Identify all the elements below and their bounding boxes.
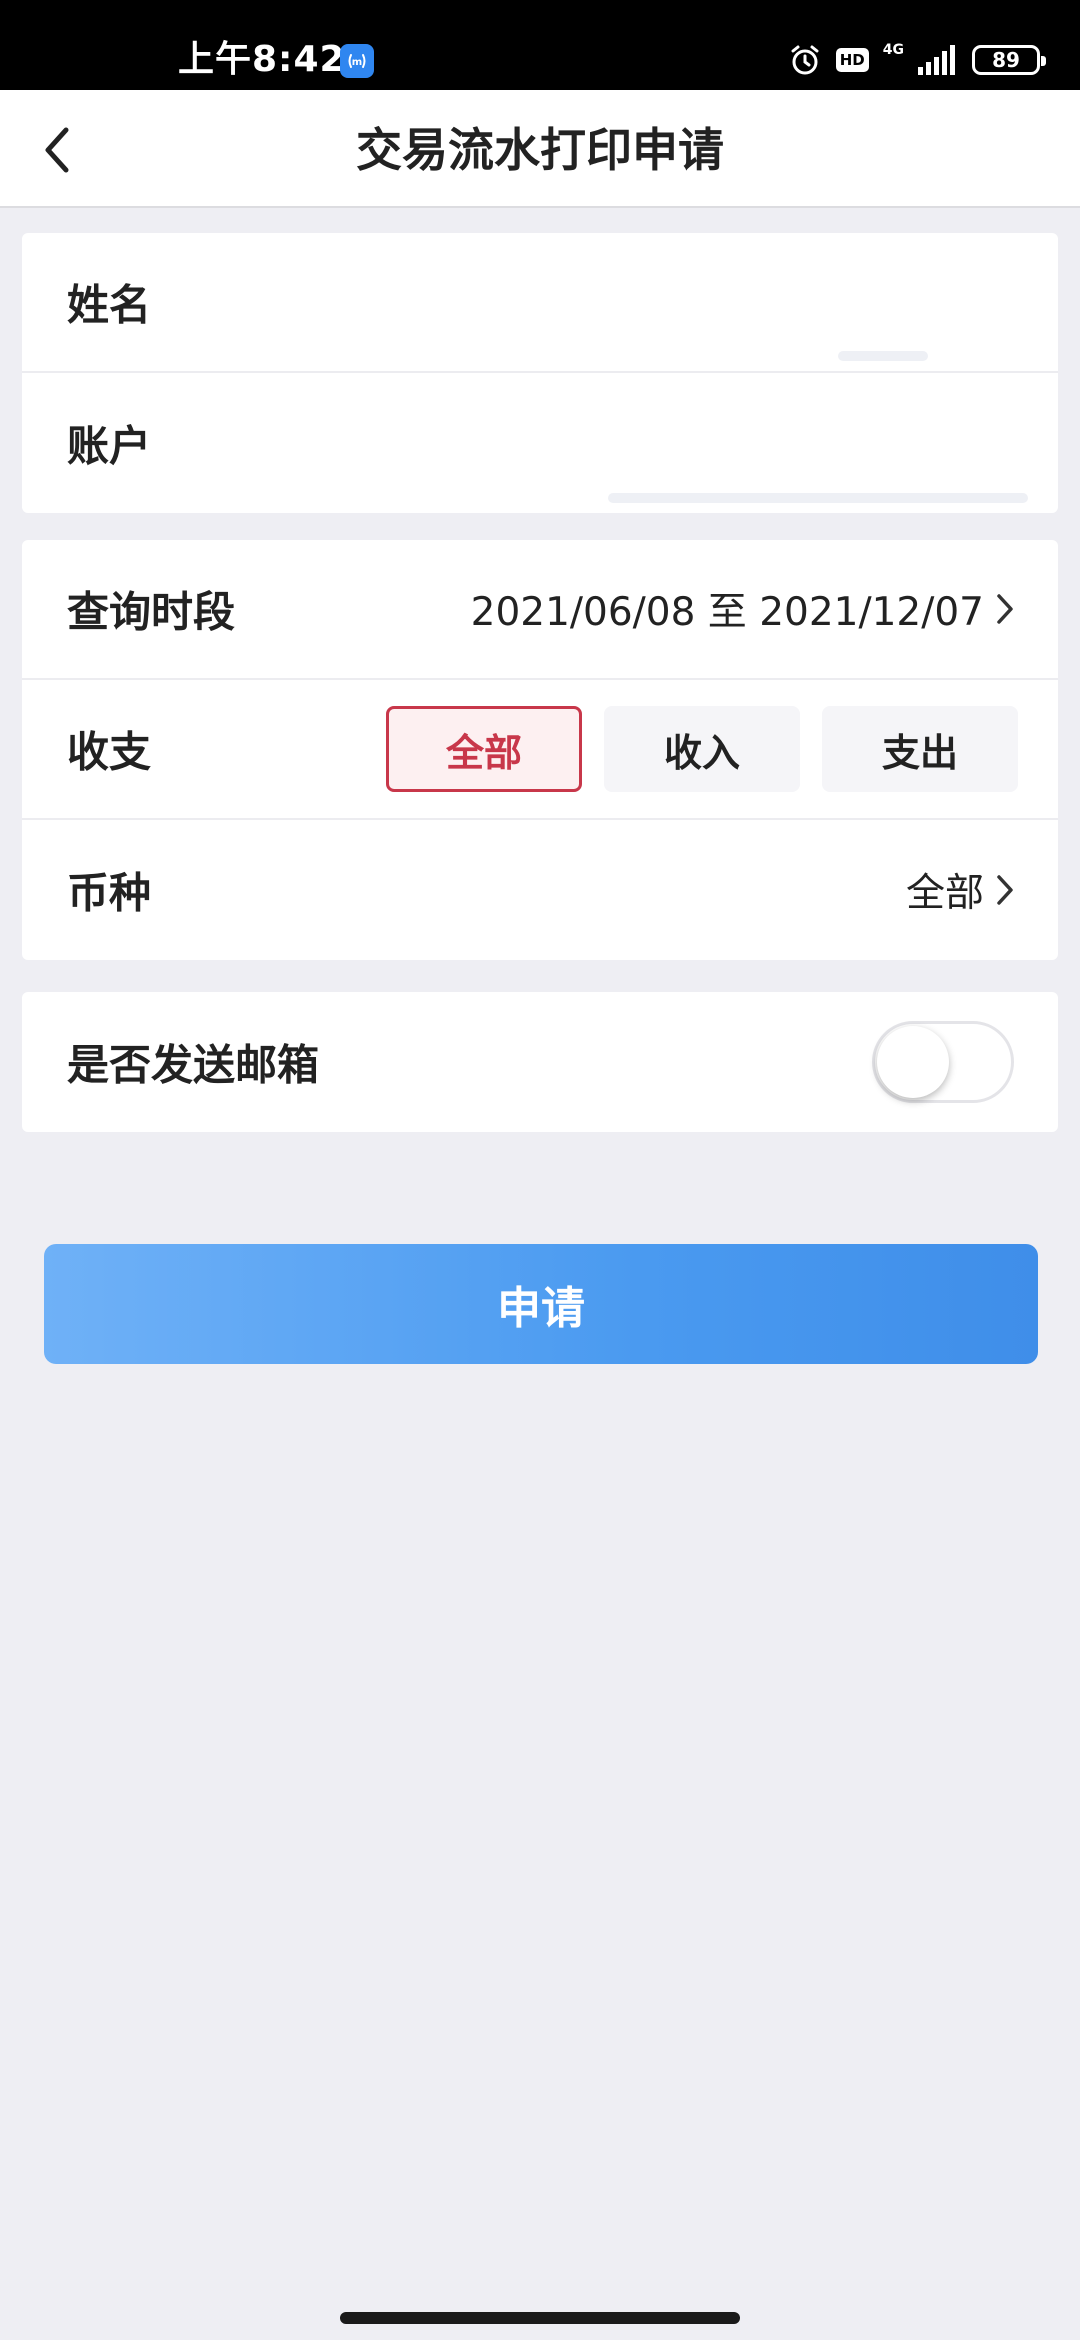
network-label: 4G <box>882 42 904 58</box>
period-row[interactable]: 查询时段 2021/06/08 至 2021/12/07 <box>22 540 1058 680</box>
name-value-masked <box>838 351 928 361</box>
svg-text:m: m <box>352 57 362 68</box>
account-label: 账户 <box>67 421 152 471</box>
account-row: 账户 <box>22 373 1058 513</box>
currency-label: 币种 <box>67 868 152 918</box>
hd-badge: HD <box>835 48 869 72</box>
status-icons: HD 4G 89 <box>788 40 1046 80</box>
query-card: 查询时段 2021/06/08 至 2021/12/07 收支 全部 收入 支出… <box>22 540 1058 960</box>
direction-income-button[interactable]: 收入 <box>604 706 800 792</box>
battery-icon: 89 <box>972 45 1046 75</box>
nav-header: 交易流水打印申请 <box>0 90 1080 208</box>
alarm-icon <box>791 45 819 75</box>
account-value-masked <box>608 493 1028 503</box>
direction-label: 收支 <box>67 727 152 777</box>
period-label: 查询时段 <box>67 587 236 637</box>
name-row: 姓名 <box>22 233 1058 373</box>
status-bar: 上午8:42 m HD 4G 89 <box>0 0 1080 90</box>
battery-level: 89 <box>992 48 1020 72</box>
account-info-card: 姓名 账户 <box>22 233 1058 513</box>
direction-row: 收支 全部 收入 支出 <box>22 680 1058 820</box>
direction-segmented-control: 全部 收入 支出 <box>386 706 1018 792</box>
direction-expense-button[interactable]: 支出 <box>822 706 1018 792</box>
name-label: 姓名 <box>67 280 152 330</box>
apply-button[interactable]: 申请 <box>44 1244 1038 1364</box>
email-row: 是否发送邮箱 <box>22 992 1058 1132</box>
period-selector[interactable]: 2021/06/08 至 2021/12/07 <box>471 581 1014 637</box>
currency-value: 全部 <box>905 871 984 916</box>
email-toggle[interactable] <box>872 1021 1014 1103</box>
page-title: 交易流水打印申请 <box>356 123 724 177</box>
currency-selector[interactable]: 全部 <box>906 862 1014 918</box>
chevron-right-icon <box>997 594 1013 624</box>
chevron-right-icon <box>997 875 1013 905</box>
period-value: 2021/06/08 至 2021/12/07 <box>470 590 984 635</box>
email-card: 是否发送邮箱 <box>22 992 1058 1132</box>
email-label: 是否发送邮箱 <box>67 1040 320 1090</box>
direction-all-button[interactable]: 全部 <box>386 706 582 792</box>
signal-icon <box>918 45 955 75</box>
toggle-knob <box>877 1026 949 1098</box>
home-indicator[interactable] <box>340 2312 740 2324</box>
status-time: 上午8:42 <box>178 39 346 80</box>
app-notification-icon: m <box>340 44 374 78</box>
currency-row[interactable]: 币种 全部 <box>22 820 1058 960</box>
